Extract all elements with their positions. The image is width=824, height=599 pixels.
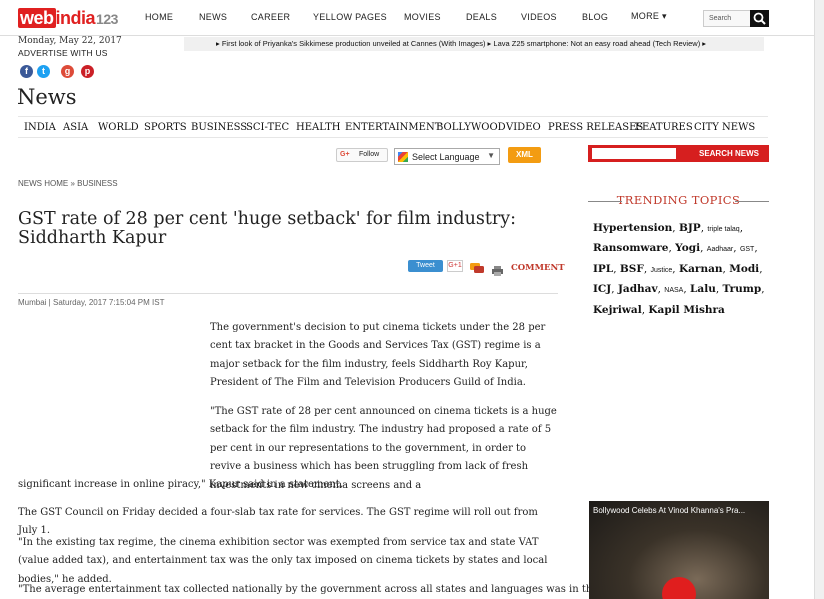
googleplus-icon[interactable]: g [61, 65, 74, 78]
nav-home[interactable]: HOME [145, 12, 173, 22]
section-title: News [17, 85, 77, 109]
follow-label: Follow [359, 151, 380, 158]
cat-entertainment[interactable]: ENTERTAINMENT [345, 122, 441, 133]
trending-topic[interactable]: Justice [651, 267, 673, 274]
cat-asia[interactable]: ASIA [63, 122, 88, 133]
twitter-icon[interactable]: t [37, 65, 50, 78]
cat-features[interactable]: FEATURES [635, 122, 693, 133]
print-icon[interactable] [492, 261, 503, 276]
follow-button[interactable]: G+ Follow [336, 148, 388, 162]
article-paragraph: significant increase in online piracy," … [18, 479, 343, 490]
trending-separator: , [761, 283, 765, 296]
cat-india[interactable]: INDIA [24, 122, 56, 133]
trending-separator: , [672, 222, 679, 234]
trending-list: Hypertension, BJP, triple talaq, Ransomw… [593, 219, 768, 319]
dropdown-arrow-icon: ▼ [487, 151, 495, 160]
trending-topic[interactable]: Karnan [679, 263, 723, 275]
advertise-link[interactable]: ADVERTISE WITH US [18, 48, 108, 58]
trending-separator: , [672, 262, 679, 275]
search-button[interactable] [750, 10, 769, 27]
trending-separator: , [643, 262, 651, 275]
googleplus-small-icon: G+ [340, 151, 350, 158]
article-paragraph: The government's decision to put cinema … [210, 322, 546, 389]
search-news-form: SEARCH NEWS [588, 145, 769, 162]
logo-india: india [55, 8, 96, 28]
search-news-input[interactable] [592, 148, 676, 159]
scrollbar[interactable] [814, 0, 824, 599]
nav-blog[interactable]: BLOG [582, 12, 608, 22]
logo-web: web [18, 8, 56, 28]
cat-health[interactable]: HEALTH [296, 122, 340, 133]
trending-topic[interactable]: Kejriwal [593, 304, 642, 316]
top-bar: web india123 HOME NEWS CAREER YELLOW PAGE… [0, 0, 824, 36]
trending-separator: , [700, 242, 707, 255]
comment-link[interactable]: COMMENT [511, 263, 565, 273]
category-nav: INDIA ASIA WORLD SPORTS BUSINESS SCI-TEC… [18, 116, 768, 138]
trending-topic[interactable]: NASA [664, 287, 683, 294]
article-headline: GST rate of 28 per cent 'huge setback' f… [18, 209, 516, 248]
trending-topic[interactable]: BJP [679, 222, 701, 234]
trending-topic[interactable]: Ransomware [593, 242, 668, 254]
search-news-button[interactable]: SEARCH NEWS [699, 149, 759, 158]
search-icon [753, 12, 766, 25]
nav-videos[interactable]: VIDEOS [521, 12, 557, 22]
trending-topic[interactable]: GST [740, 246, 754, 253]
trending-topic[interactable]: BSF [620, 263, 644, 275]
trending-topic[interactable]: Jadhav [618, 283, 658, 295]
trending-topic[interactable]: Yogi [675, 242, 700, 254]
trending-separator: , [739, 222, 744, 234]
logo-num: 123 [96, 11, 118, 27]
video-thumbnail[interactable]: Bollywood Celebs At Vinod Khanna's Pra..… [589, 501, 769, 599]
trending-separator: , [754, 242, 758, 255]
trending-separator: , [611, 283, 618, 296]
trending-topic[interactable]: ICJ [593, 283, 611, 295]
gplus-button[interactable]: G+1 [447, 260, 463, 272]
cat-city-news[interactable]: CITY NEWS [694, 122, 755, 133]
trending-title: TRENDING TOPICS [588, 193, 769, 207]
trending-topic[interactable]: Aadhaar [707, 246, 733, 253]
facebook-icon[interactable]: f [20, 65, 33, 78]
cat-sports[interactable]: SPORTS [144, 122, 187, 133]
video-title: Bollywood Celebs At Vinod Khanna's Pra..… [593, 506, 746, 515]
divider [18, 293, 558, 294]
nav-movies[interactable]: MOVIES [404, 12, 441, 22]
trending-separator: , [715, 283, 723, 296]
trending-separator: , [613, 262, 620, 275]
trending-separator: , [759, 262, 763, 275]
cat-video[interactable]: VIDEO [506, 122, 541, 133]
cat-business[interactable]: BUSINESS [191, 122, 247, 133]
search-input[interactable]: Search [703, 10, 751, 27]
pinterest-icon[interactable]: p [81, 65, 94, 78]
nav-yellow-pages[interactable]: YELLOW PAGES [313, 12, 387, 22]
trending-separator: , [733, 242, 740, 255]
cat-world[interactable]: WORLD [98, 122, 139, 133]
nav-news[interactable]: NEWS [199, 12, 227, 22]
trending-topic[interactable]: Modi [729, 263, 759, 275]
language-label: Select Language [412, 152, 480, 162]
nav-career[interactable]: CAREER [251, 12, 290, 22]
xml-button[interactable]: XML [508, 147, 541, 163]
trending-topic[interactable]: Kapil Mishra [648, 304, 724, 316]
article-paragraph: "The average entertainment tax collected… [18, 584, 631, 595]
language-select[interactable]: Select Language ▼ [394, 148, 500, 165]
nav-deals[interactable]: DEALS [466, 12, 497, 22]
breadcrumb[interactable]: NEWS HOME » BUSINESS [18, 179, 118, 188]
trending-topic[interactable]: Hypertension [593, 222, 672, 234]
tweet-button[interactable]: Tweet [408, 260, 443, 272]
nav-more[interactable]: MORE ▾ [631, 11, 667, 22]
cat-bollywood[interactable]: BOLLYWOOD [436, 122, 506, 133]
cat-press-releases[interactable]: PRESS RELEASES [548, 122, 643, 133]
trending-topic[interactable]: Lalu [690, 283, 716, 295]
trending-topic[interactable]: triple talaq [707, 226, 739, 233]
site-logo[interactable]: web india123 [18, 8, 118, 28]
comment-bubble-icon[interactable] [470, 259, 484, 273]
cat-sci-tec[interactable]: SCI-TEC [246, 122, 289, 133]
google-icon [398, 152, 408, 162]
article-dateline: Mumbai | Saturday, 2017 7:15:04 PM IST [18, 298, 165, 307]
news-ticker[interactable]: ▸ First look of Priyanka's Sikkimese pro… [184, 37, 764, 51]
current-date: Monday, May 22, 2017 [18, 36, 122, 46]
trending-topic[interactable]: IPL [593, 263, 613, 275]
trending-topic[interactable]: Trump [723, 283, 762, 295]
